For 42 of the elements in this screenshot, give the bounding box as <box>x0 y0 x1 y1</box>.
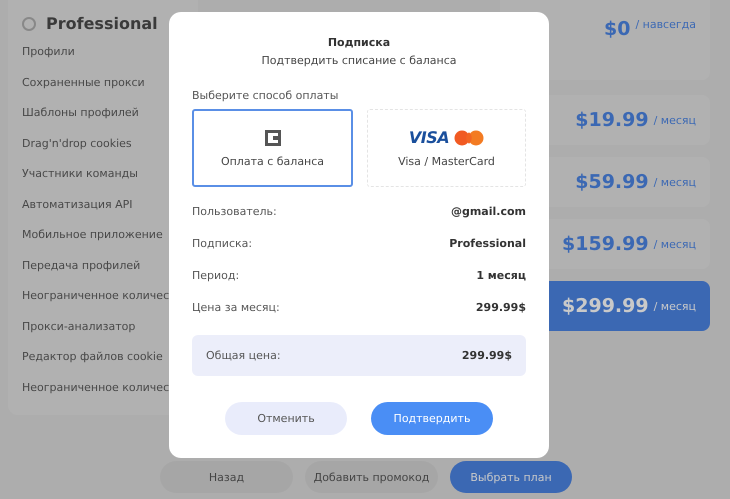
radio-button[interactable] <box>22 16 36 30</box>
modal-subtitle: Подтвердить списание с баланса <box>260 54 458 67</box>
price-amount: $59.99 <box>575 171 649 193</box>
detail-label: Период: <box>192 269 240 282</box>
page-button[interactable]: Назад <box>160 461 293 493</box>
detail-label: Пользователь: <box>192 205 277 218</box>
total-value: 299.99$ <box>462 349 512 362</box>
feature-item: Шаблоны профилей <box>22 106 140 121</box>
price-period: / месяц <box>654 176 696 188</box>
visa-logo: VISA <box>408 128 450 147</box>
price-period: / месяц <box>654 300 696 312</box>
plan-name: Professional <box>46 14 158 33</box>
feature-item: Неограниченное количес <box>22 380 170 396</box>
price-period: / навсегда <box>635 18 696 31</box>
payment-option[interactable]: Оплата с баланса <box>192 109 353 187</box>
mastercard-icon <box>454 130 484 146</box>
price-amount: $299.99 <box>562 295 649 317</box>
detail-label: Цена за месяц: <box>192 301 280 314</box>
price-period: / месяц <box>654 238 696 250</box>
wallet-icon <box>264 128 282 146</box>
cancel-button[interactable]: Отменить <box>225 402 347 435</box>
payment-option[interactable]: VISA Visa / MasterCard <box>367 109 526 187</box>
section-label: Выберите способ оплаты <box>192 89 340 102</box>
modal-title: Подписка <box>326 36 392 49</box>
price-period: / месяц <box>654 114 696 126</box>
total-label: Общая цена: <box>206 349 281 362</box>
feature-item: Прокси-анализатор <box>22 320 136 334</box>
detail-value: @gmail.com <box>450 205 526 218</box>
feature-item: Редактор файлов cookie <box>22 350 164 365</box>
feature-item: Drag'n'drop cookies <box>22 136 133 152</box>
payment-option-label: Оплата с баланса <box>220 154 324 168</box>
page-button[interactable]: Добавить промокод <box>305 461 438 493</box>
feature-item: Участники команды <box>22 167 139 182</box>
payment-option-label: Visa / MasterCard <box>398 155 495 168</box>
price-amount: $159.99 <box>562 233 649 255</box>
page-button[interactable]: Выбрать план <box>450 461 572 493</box>
detail-label: Подписка: <box>192 237 252 250</box>
confirm-button[interactable]: Подтвердить <box>371 402 493 435</box>
price-amount: $19.99 <box>575 109 649 131</box>
price-amount: $0 <box>604 18 630 40</box>
feature-item: Профили <box>22 45 76 60</box>
detail-value: 1 месяц <box>476 269 526 282</box>
